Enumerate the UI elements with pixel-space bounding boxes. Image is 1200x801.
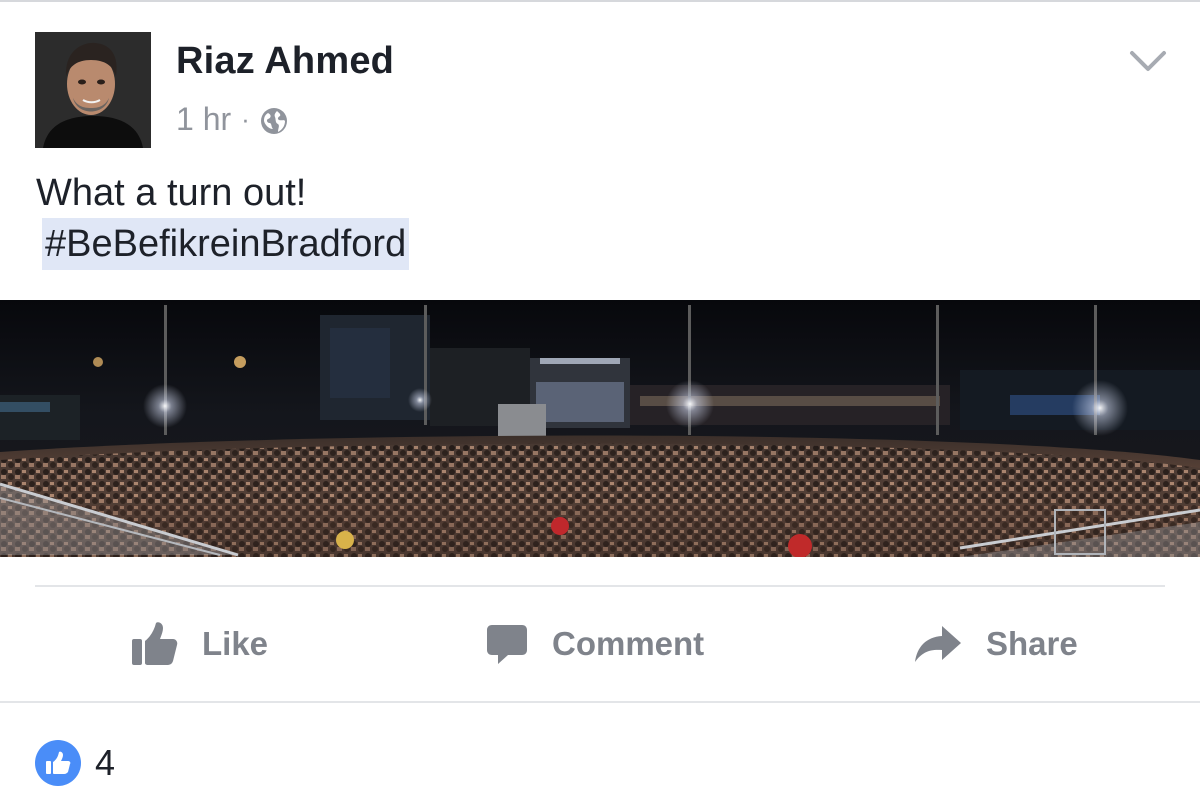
share-arrow-icon [915,626,961,662]
top-border [0,0,1200,2]
globe-icon[interactable] [260,106,288,134]
hashtag-link[interactable]: #BeBefikreinBradford [42,218,410,270]
post-divider [35,585,1165,587]
like-label: Like [202,625,269,662]
actions-divider [0,701,1200,703]
share-label: Share [986,625,1078,662]
post-meta: 1 hr · [176,101,288,138]
author-name[interactable]: Riaz Ahmed [176,40,394,83]
comment-bubble-icon [487,625,527,664]
post-text: What a turn out! [36,172,307,214]
meta-separator: · [241,104,250,134]
like-badge-icon [35,740,81,786]
chevron-down-icon[interactable] [1128,48,1168,74]
avatar[interactable] [35,32,151,148]
post-photo[interactable] [0,300,1200,557]
reactions-summary[interactable]: 4 [35,740,115,786]
share-button[interactable]: Share [914,612,1078,676]
thumbs-up-icon [132,622,178,665]
comment-button[interactable]: Comment [486,612,704,676]
comment-label: Comment [552,625,705,662]
like-button[interactable]: Like [130,612,268,676]
like-count: 4 [95,742,116,783]
post-timestamp[interactable]: 1 hr [176,101,231,138]
